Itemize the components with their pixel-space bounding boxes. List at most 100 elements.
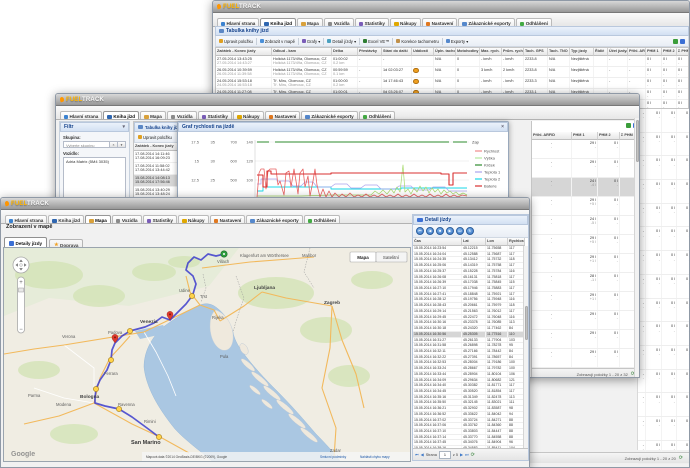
trip-list-item[interactable]: 17.08.2014 14:11:4617.08.2014 16:09:23 (134, 151, 178, 163)
toolbar-exporty-[interactable]: Exporty ▾ (446, 39, 468, 44)
column-header-za-tek-konec-j-zdy[interactable]: Začátek - Konec jízdy (216, 48, 272, 56)
column-header-phm-2[interactable]: PHM 2 (662, 48, 677, 56)
route-playback-button[interactable]: ■ (436, 227, 444, 235)
table-row[interactable]: --0 l-0 l-0 l- (638, 370, 690, 394)
excel-export-icon[interactable] (673, 39, 678, 44)
waypoint-marker[interactable] (127, 328, 132, 333)
tab-nastaven-[interactable]: Nastavení (210, 215, 246, 224)
table-row[interactable]: --29 l-0 l-29 l- (532, 140, 640, 159)
table-row[interactable]: --24 l-5 l0 l-24 l-5 l (532, 216, 640, 235)
column-header-d-lka[interactable]: Délka (332, 48, 358, 56)
tab-z-kaznick-exporty[interactable]: Zákaznické exporty (301, 111, 357, 120)
column-header--phm[interactable]: Σ PHM (677, 48, 689, 56)
titlebar[interactable]: FUELTRACK (213, 1, 689, 13)
tab-mapa[interactable]: Mapa (140, 111, 166, 120)
titlebar[interactable]: FUELTRACK (1, 198, 529, 210)
column-header-phm-2[interactable]: PHM 2 (598, 132, 620, 140)
close-icon[interactable]: × (501, 124, 504, 130)
table-row[interactable]: --29 l+5 l0 l-29 l+5 l (532, 197, 640, 216)
toolbar-excel-ve-[interactable]: Excel VE™ (363, 39, 389, 44)
table-row[interactable]: 26.05.2014 10:39:5926.05.2014 11:39:58Ho… (216, 67, 688, 78)
toolbar-zobrazit-v-map-[interactable]: Zobrazit v mapě (260, 39, 295, 44)
route-playback-button[interactable]: ↻ (466, 227, 474, 235)
tab-vozidla[interactable]: Vozidla (167, 111, 197, 120)
column-header-odkud-kam[interactable]: Odkud - kam (272, 48, 332, 56)
table-row[interactable]: --0 l-0 l-0 l- (638, 133, 690, 157)
tab-n-kupy[interactable]: Nákupy (178, 215, 209, 224)
table-row[interactable]: --28 l-1 l0 l-28 l-1 l (532, 273, 640, 292)
map-pan-control[interactable] (13, 257, 29, 273)
route-playback-button[interactable]: ⏮ (416, 227, 424, 235)
column-header--as[interactable]: Čas (413, 238, 462, 246)
refresh-icon[interactable]: ⟳ (471, 452, 475, 458)
toolbar-grafy-[interactable]: Grafy ▾ (302, 39, 321, 44)
table-row[interactable]: --0 l-0 l-0 l- (638, 180, 690, 204)
tab-kniha-j-zd[interactable]: Kniha jízd (48, 215, 84, 224)
table-row[interactable]: --29 l-0 l-29 l- (532, 330, 640, 349)
tab-n-kupy[interactable]: Nákupy (233, 111, 264, 120)
table-row[interactable]: --29 l+1 l0 l-29 l+1 l (532, 254, 640, 273)
toolbar-korekce-tachometru[interactable]: Korekce tachometru (396, 39, 438, 44)
tab-z-kaznick-exporty[interactable]: Zákaznické exporty (246, 215, 302, 224)
table-row[interactable]: 27.05.2014 13:43:2527.05.2014 14:43:27Ho… (216, 56, 688, 67)
column-header--idi-[interactable]: Řidič (594, 48, 608, 56)
map-zoom-slider[interactable]: + − (18, 277, 25, 333)
waypoint-marker[interactable] (156, 434, 161, 439)
table-row[interactable]: --0 l-0 l-0 l- (638, 299, 690, 323)
table-row[interactable]: 24.05.2014 15:53:1824.05.2014 16:53:18Tř… (216, 78, 688, 89)
event-icon[interactable] (413, 68, 419, 74)
page-input[interactable]: 1 (439, 451, 451, 459)
waypoint-marker[interactable] (93, 386, 98, 391)
waypoint-marker[interactable] (116, 406, 121, 411)
table-row[interactable]: --0 l-0 l-0 l- (638, 204, 690, 228)
refresh-icon[interactable]: ⟳ (679, 455, 683, 461)
column-header-max-rych-[interactable]: Max. rych. (480, 48, 502, 56)
table-row[interactable]: --0 l-0 l-0 l- (638, 156, 690, 180)
tab-statistiky[interactable]: Statistiky (143, 215, 177, 224)
tab-kniha-j-zd[interactable]: Kniha jízd (103, 111, 139, 120)
table-row[interactable]: --29 l-0 l-29 l- (532, 159, 640, 178)
column-header-phm-1[interactable]: PHM 1 (646, 48, 662, 56)
route-playback-button[interactable]: ▶ (446, 227, 454, 235)
column-header-pr-m-rych-[interactable]: Prům. rych. (502, 48, 524, 56)
tab-hlavn-strana[interactable]: Hlavní strana (5, 215, 48, 224)
table-row[interactable]: --24 l-4 l0 l-24 l-4 l (532, 178, 640, 197)
column-header-tach-gps[interactable]: Tach. GPS (524, 48, 548, 56)
column-header-tach-tno[interactable]: Tach. TNO (548, 48, 570, 56)
next-page-button[interactable]: ▶ (460, 452, 463, 457)
column-header-phm-1[interactable]: PHM 1 (572, 132, 598, 140)
trip-list-item[interactable]: 17.08.2014 11:58:0217.08.2014 13:44:42 (134, 163, 178, 175)
table-row[interactable]: --0 l-0 l-0 l- (638, 251, 690, 275)
column-header-lat[interactable]: Lat (462, 238, 486, 246)
tab-statistiky[interactable]: Statistiky (198, 111, 232, 120)
group-select[interactable]: Vyberte skupinu × ▾ (63, 141, 126, 148)
tab-nastaven-[interactable]: Nastavení (265, 111, 301, 120)
route-playback-button[interactable]: ◀ (426, 227, 434, 235)
column-header--pln-tacho[interactable]: Úpln. tacho (434, 48, 456, 56)
route-playback-button[interactable]: ⏭ (456, 227, 464, 235)
table-row[interactable]: --0 l-0 l-0 l- (638, 346, 690, 370)
column-header--el-j-zdy-st-ediska[interactable]: Účel jízdy/střediska (608, 48, 628, 56)
toolbar-detail-j-zdy-[interactable]: Detail jízdy ▾ (327, 39, 356, 44)
table-row[interactable]: --0 l-0 l-0 l- (638, 417, 690, 441)
table-row[interactable]: --0 l-0 l-0 l- (638, 227, 690, 251)
table-row[interactable]: --0 l-0 l-0 l- (638, 275, 690, 299)
select-dropdown-button[interactable]: ▾ (118, 141, 126, 148)
toolbar-upravit-polo-ku[interactable]: Upravit položku (219, 39, 253, 44)
tab-odhl-en-[interactable]: Odhlášení (359, 111, 395, 120)
table-row[interactable]: --29 l+1 l0 l-29 l+1 l (532, 292, 640, 311)
event-icon[interactable] (413, 79, 419, 85)
table-row[interactable]: --29 l-0 l-29 l- (532, 349, 640, 368)
tab-vozidla[interactable]: Vozidla (112, 215, 142, 224)
column-header-st-n-do-dal-[interactable]: Stání do další (382, 48, 412, 56)
trip-list-item[interactable]: 15.08.2014 14:08:1315.08.2014 17:56:46 (134, 175, 178, 187)
tab-hlavn-strana[interactable]: Hlavní strana (60, 111, 103, 120)
table-row[interactable]: --0 l-0 l-0 l- (638, 109, 690, 133)
table-row[interactable]: --29 l+5 l0 l-29 l+5 l (532, 235, 640, 254)
waypoint-marker[interactable] (108, 357, 113, 362)
column-header-ud-losti[interactable]: Události (412, 48, 434, 56)
waypoint-marker[interactable] (189, 293, 194, 298)
table-row[interactable]: --0 l-0 l-0 l- (638, 322, 690, 346)
last-page-button[interactable]: ⏭ (465, 452, 469, 457)
titlebar[interactable]: FUELTRACK (56, 94, 639, 106)
